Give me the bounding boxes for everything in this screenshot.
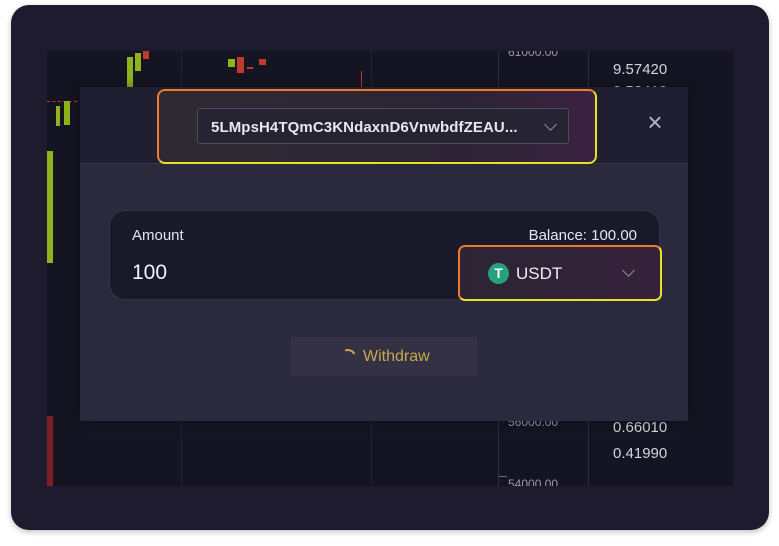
amount-input[interactable]: 100 <box>132 261 167 285</box>
price-value: 0.66010 <box>613 419 668 436</box>
price-value: 0.41990 <box>613 445 668 462</box>
candle <box>259 59 266 65</box>
axis-tick-mark <box>499 476 507 477</box>
currency-select[interactable]: T USDT <box>458 245 662 301</box>
app-window: 61000.00 56000.00 54000.00 9.57420 9.524… <box>11 5 769 530</box>
candle <box>64 101 70 125</box>
candle <box>47 416 53 486</box>
usdt-icon: T <box>488 263 509 284</box>
chevron-down-icon <box>544 118 557 131</box>
candle <box>228 59 235 67</box>
candle <box>135 53 141 71</box>
withdraw-button[interactable]: Withdraw <box>291 337 477 376</box>
currency-label: USDT <box>516 264 563 283</box>
address-value: 5LMpsH4TQmC3KNdaxnD6VnwbdfZEAU... <box>211 119 518 136</box>
candle <box>143 51 149 59</box>
axis-tick-label: 54000.00 <box>508 477 559 486</box>
candle <box>47 151 53 263</box>
price-value: 9.57420 <box>613 61 668 78</box>
chevron-down-icon <box>622 264 635 277</box>
amount-label: Amount <box>132 227 184 244</box>
withdraw-modal: 5LMpsH4TQmC3KNdaxnD6VnwbdfZEAU... × Amou… <box>80 87 688 421</box>
address-select[interactable]: 5LMpsH4TQmC3KNdaxnD6VnwbdfZEAU... <box>197 108 569 144</box>
candle <box>127 57 133 87</box>
close-button[interactable]: × <box>642 109 668 135</box>
price-line <box>47 101 77 103</box>
withdraw-label: Withdraw <box>363 348 430 365</box>
candle <box>247 67 253 69</box>
axis-tick-label: 61000.00 <box>508 51 559 59</box>
address-highlight: 5LMpsH4TQmC3KNdaxnD6VnwbdfZEAU... <box>157 89 597 164</box>
candle <box>237 57 244 73</box>
balance-text: Balance: 100.00 <box>528 227 637 244</box>
candle <box>56 106 60 126</box>
modal-header: 5LMpsH4TQmC3KNdaxnD6VnwbdfZEAU... × <box>80 87 688 164</box>
loading-spinner-icon <box>337 346 359 368</box>
